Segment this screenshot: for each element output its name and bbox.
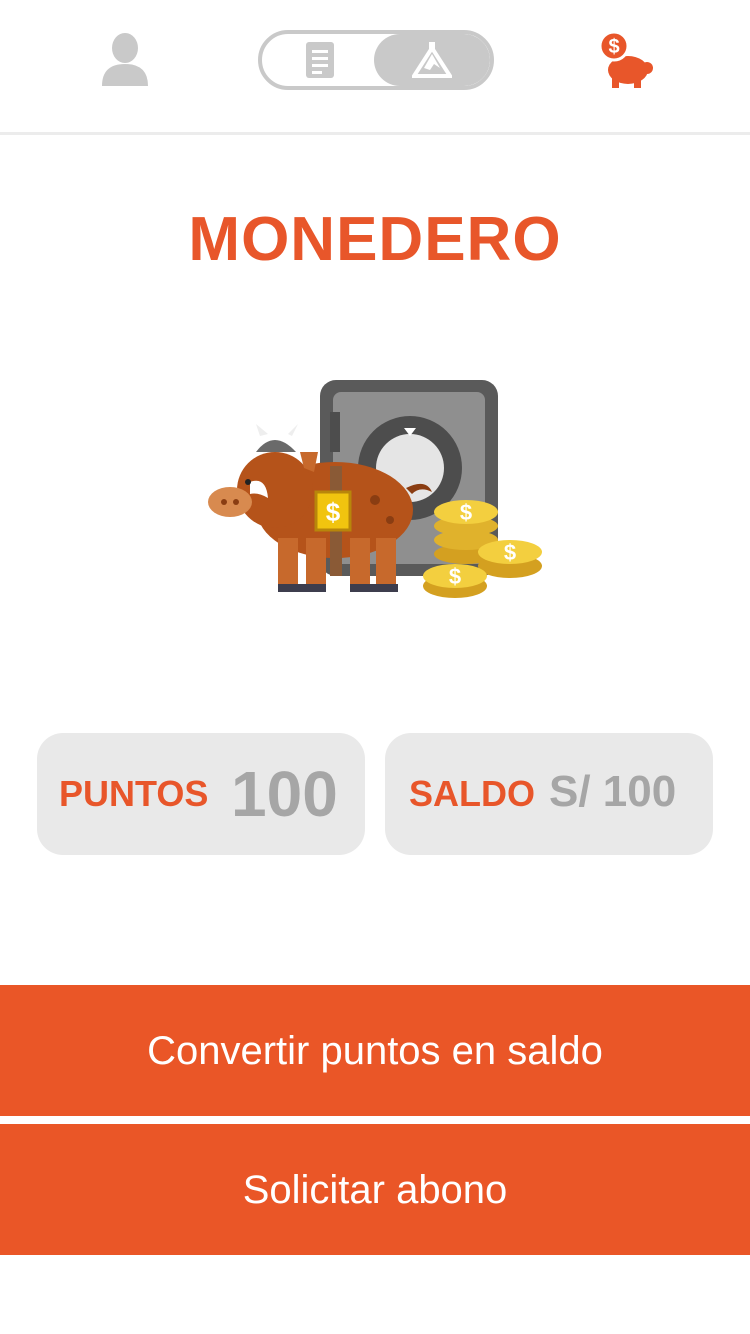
request-payment-button[interactable]: Solicitar abono — [0, 1124, 750, 1255]
svg-text:$: $ — [449, 564, 461, 589]
piggy-bank-icon[interactable]: $ — [598, 30, 654, 90]
points-value: 100 — [231, 758, 338, 830]
wallet-illustration: $ $ $ $ — [200, 370, 550, 610]
top-bar: $ — [0, 0, 750, 135]
svg-text:$: $ — [504, 540, 516, 565]
balance-label: SALDO — [409, 773, 535, 814]
page-title: MONEDERO — [188, 205, 562, 274]
convert-points-button[interactable]: Convertir puntos en saldo — [0, 985, 750, 1116]
mountain-icon — [412, 42, 452, 78]
svg-text:$: $ — [608, 36, 619, 58]
points-label: PUNTOS — [59, 773, 209, 814]
view-toggle[interactable] — [258, 30, 494, 90]
balance-card: SALDO S/ 100 — [385, 733, 713, 855]
toggle-mountain[interactable] — [374, 34, 490, 86]
balance-value: S/ 100 — [549, 767, 677, 816]
document-icon — [306, 42, 334, 78]
user-icon[interactable] — [100, 32, 150, 88]
toggle-document[interactable] — [262, 34, 374, 86]
svg-text:$: $ — [460, 500, 472, 525]
svg-text:$: $ — [326, 497, 341, 527]
points-card: PUNTOS 100 — [37, 733, 365, 855]
